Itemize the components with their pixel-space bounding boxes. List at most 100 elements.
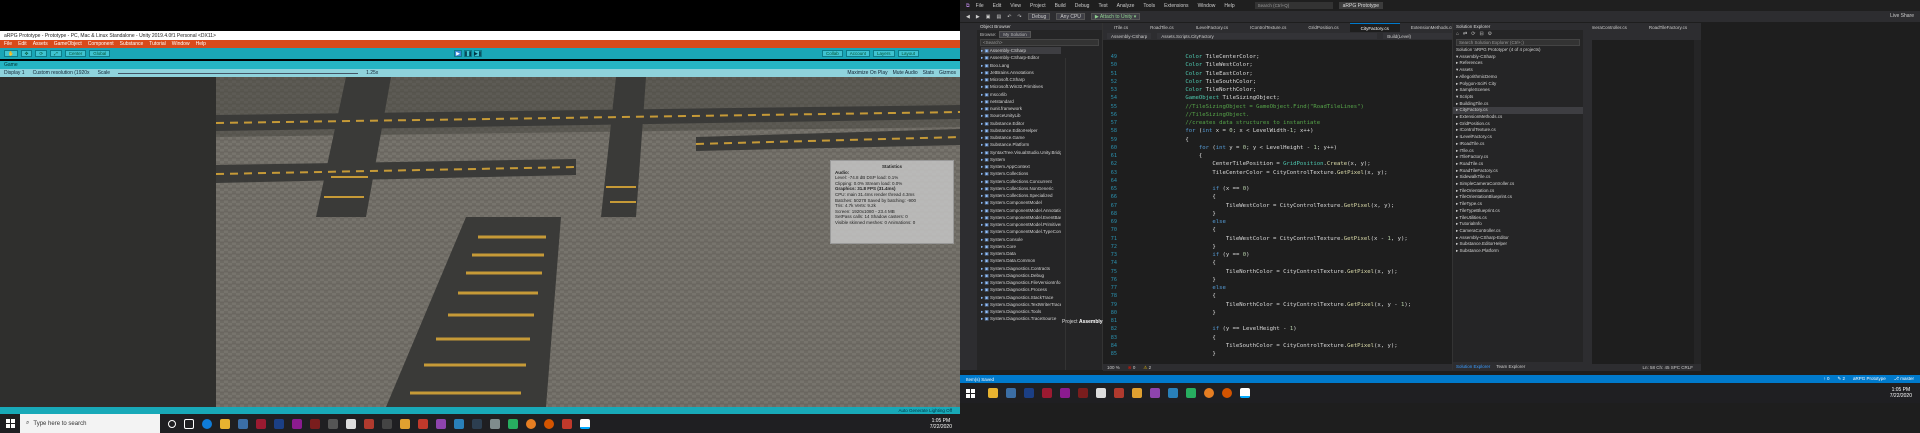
solution-tree-item[interactable]: ▸ IRoadTile.cs	[1453, 141, 1583, 148]
visual-studio-icon[interactable]	[436, 418, 446, 429]
object-browser-item[interactable]: System.Console	[981, 236, 1061, 243]
home-icon[interactable]: ⌂	[1456, 31, 1459, 37]
code-line[interactable]: //TileSizingObject = GameObject.Find("Ro…	[1145, 104, 1364, 110]
document-tab[interactable]: GridPosition.cs	[1297, 23, 1349, 32]
code-line[interactable]: {	[1145, 137, 1188, 143]
firefox-icon[interactable]	[544, 418, 554, 429]
platform-dropdown[interactable]: Any CPU	[1056, 13, 1085, 20]
sticky-notes-icon[interactable]	[1132, 388, 1142, 398]
solution-tree-item[interactable]: ▸ ITile.cs	[1453, 148, 1583, 155]
vs-menu-view[interactable]: View	[1010, 3, 1021, 9]
unity-hub-icon[interactable]	[346, 418, 356, 429]
solution-tree-item[interactable]: ▸ TutorialInfo	[1453, 221, 1583, 228]
error-count[interactable]: ⊗ 0	[1128, 365, 1136, 371]
mute-audio-toggle[interactable]: Mute Audio	[893, 70, 918, 76]
object-browser-item[interactable]: System.Collections	[981, 170, 1061, 177]
code-line[interactable]: }	[1145, 310, 1215, 316]
solution-tree-item[interactable]: ▸ GridPosition.cs	[1453, 121, 1583, 128]
object-browser-item[interactable]: System.Data.Common	[981, 257, 1061, 264]
tab-team-explorer[interactable]: Team Explorer	[1496, 364, 1525, 369]
acrobat-icon[interactable]	[364, 418, 374, 429]
code-line[interactable]: }	[1145, 277, 1215, 283]
menu-assets[interactable]: Assets	[33, 41, 48, 47]
code-line[interactable]: //TileSizingObject.	[1145, 112, 1249, 118]
document-tab[interactable]: RoadTile.cs	[1139, 23, 1185, 32]
vs-menu-project[interactable]: Project	[1030, 3, 1046, 9]
object-browser-item[interactable]: Substance.Editor	[981, 120, 1061, 127]
solution-tree-item[interactable]: ▾ Scripts	[1453, 94, 1583, 101]
hand-tool-icon[interactable]: ✋	[4, 50, 18, 57]
solution-tree-item[interactable]: ▸ IControlTexture.cs	[1453, 127, 1583, 134]
tab-solution-explorer[interactable]: Solution Explorer	[1456, 364, 1490, 369]
step-button[interactable]: ▶❚	[474, 50, 482, 57]
menu-file[interactable]: File	[4, 41, 12, 47]
undo-icon[interactable]: ↶	[1007, 14, 1011, 20]
code-line[interactable]: Color TileEastColor;	[1145, 71, 1252, 77]
object-browser-item[interactable]: Boo.Lang	[981, 62, 1061, 69]
forward-icon[interactable]: ▶	[976, 14, 980, 20]
menu-window[interactable]: Window	[172, 41, 190, 47]
vs-menu-window[interactable]: Window	[1198, 3, 1216, 9]
solution-tree-item[interactable]: ▸ AllegorithmicDemo	[1453, 74, 1583, 81]
object-browser-item[interactable]: System.Diagnostics.TraceSource	[981, 315, 1061, 322]
code-editor[interactable]: 49 50 51 52 53 54 55 56 57 58 59 60 61 62 63 64 65 66 67 68…	[1103, 40, 1701, 364]
lrc-icon[interactable]	[238, 418, 248, 429]
taskbar-search[interactable]: ⌕ Type here to search	[20, 414, 160, 433]
xd-icon[interactable]	[1060, 388, 1070, 398]
visual-studio-icon[interactable]	[1150, 388, 1160, 398]
solution-tree-item[interactable]: ▸ CityFactory.cs	[1453, 107, 1583, 115]
stats-toggle[interactable]: Stats	[923, 70, 934, 76]
adobe-app-icon[interactable]	[310, 418, 320, 429]
chrome-icon[interactable]	[526, 418, 536, 429]
scale-slider[interactable]	[118, 72, 359, 74]
editor-scrollbar[interactable]	[1694, 40, 1701, 364]
move-tool-icon[interactable]: ✥	[20, 50, 33, 57]
document-tab[interactable]: CityFactory.cs	[1349, 23, 1400, 32]
object-browser-item[interactable]: System.Diagnostics.FileVersionInfo	[981, 279, 1061, 286]
code-line[interactable]: {	[1145, 335, 1215, 341]
adobe-app-icon[interactable]	[1078, 388, 1088, 398]
app-icon[interactable]	[562, 418, 572, 429]
object-browser-item[interactable]: System.Diagnostics.TextWriterTraceListen…	[981, 301, 1061, 308]
app-icon[interactable]	[508, 418, 518, 429]
layers-dropdown[interactable]: Layers	[873, 50, 895, 57]
code-line[interactable]: {	[1145, 260, 1215, 266]
solution-explorer-search[interactable]: Search Solution Explorer (Ctrl+;)	[1456, 39, 1580, 46]
vs-menu-debug[interactable]: Debug	[1075, 3, 1090, 9]
solution-tree-item[interactable]: ▸ CameraController.cs	[1453, 228, 1583, 235]
object-browser-item[interactable]: System.Diagnostics.Process	[981, 286, 1061, 293]
code-line[interactable]: Color TileWestColor;	[1145, 62, 1252, 68]
illustrator-icon[interactable]	[256, 418, 266, 429]
scale-tool-icon[interactable]: ⤢	[50, 50, 62, 57]
solution-tree-item[interactable]: Solution 'aRPG Prototype' (4 of 4 projec…	[1453, 47, 1583, 54]
photoshop-icon[interactable]	[1024, 388, 1034, 398]
code-line[interactable]: GameObject TileSizingObject;	[1145, 95, 1279, 101]
vs-search-box[interactable]: Search (Ctrl+Q)	[1254, 2, 1333, 9]
code-line[interactable]: TileCenterColor = CityControlTexture.Get…	[1145, 170, 1387, 176]
refresh-icon[interactable]: ⟳	[1471, 31, 1475, 37]
object-browser-item[interactable]: System.ComponentModel.EventBasedAsync	[981, 214, 1061, 221]
menu-help[interactable]: Help	[196, 41, 206, 47]
firefox-icon[interactable]	[1222, 388, 1232, 398]
code-line[interactable]: {	[1145, 153, 1202, 159]
document-tab[interactable]: ILevelFactory.cs	[1185, 23, 1239, 32]
unity-hub-icon[interactable]	[1096, 388, 1106, 398]
object-browser-item[interactable]: netstandard	[981, 98, 1061, 105]
object-browser-item[interactable]: Substance.Platform	[981, 141, 1061, 148]
code-line[interactable]: for (int y = 0; y < LevelHeight - 1; y++…	[1145, 145, 1337, 151]
code-line[interactable]: {	[1145, 194, 1215, 200]
object-browser-item[interactable]: System.Diagnostics.Debug	[981, 272, 1061, 279]
code-line[interactable]: {	[1145, 227, 1215, 233]
object-browser-item[interactable]: System.ComponentModel.Annotations	[981, 207, 1061, 214]
document-tab[interactable]: ITile.cs	[1103, 23, 1139, 32]
object-browser-item[interactable]: Microsoft.Win32.Primitives	[981, 83, 1061, 90]
vs-menu-extensions[interactable]: Extensions	[1164, 3, 1188, 9]
illustrator-icon[interactable]	[1042, 388, 1052, 398]
acrobat-icon[interactable]	[1114, 388, 1124, 398]
solution-tree-item[interactable]: ▸ BuildingTile.cs	[1453, 101, 1583, 108]
windows-start-icon[interactable]	[960, 388, 980, 398]
menu-tutorial[interactable]: Tutorial	[149, 41, 166, 47]
document-tab[interactable]: IControlTexture.cs	[1239, 23, 1297, 32]
collapse-icon[interactable]: ⊟	[1479, 31, 1483, 37]
vs-menu-tools[interactable]: Tools	[1143, 3, 1155, 9]
